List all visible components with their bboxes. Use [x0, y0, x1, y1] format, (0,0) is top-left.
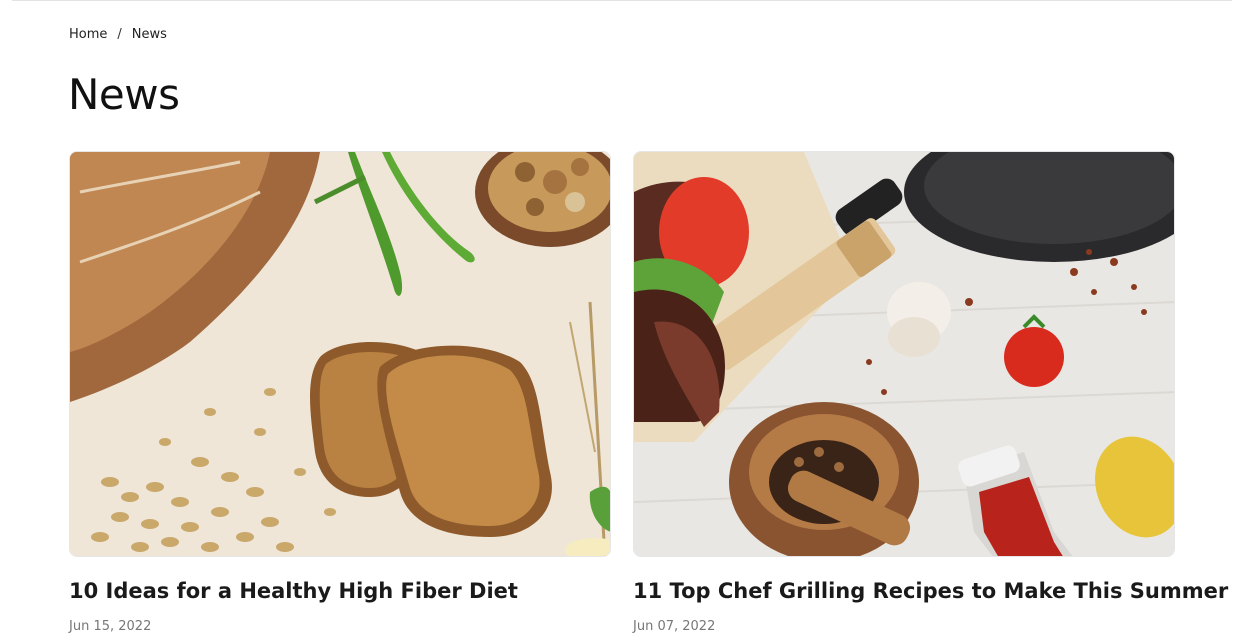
breadcrumb-home-link[interactable]: Home	[69, 27, 107, 42]
breadcrumb-separator: /	[117, 27, 122, 42]
fiber-food-image	[70, 152, 610, 556]
news-card-image-link[interactable]	[69, 151, 611, 557]
news-card-date: Jun 07, 2022	[633, 619, 716, 634]
page-title: News	[68, 70, 180, 119]
news-card-title-link[interactable]: 11 Top Chef Grilling Recipes to Make Thi…	[633, 579, 1228, 603]
grilling-food-image	[634, 152, 1174, 556]
breadcrumb: Home / News	[69, 27, 167, 42]
news-card-date: Jun 15, 2022	[69, 619, 152, 634]
news-card: 11 Top Chef Grilling Recipes to Make Thi…	[633, 151, 1228, 634]
breadcrumb-current: News	[131, 27, 167, 42]
news-card-image-link[interactable]	[633, 151, 1175, 557]
news-card: 10 Ideas for a Healthy High Fiber Diet J…	[69, 151, 611, 634]
header-divider	[12, 0, 1232, 1]
news-card-title[interactable]: 10 Ideas for a Healthy High Fiber Diet	[69, 577, 611, 605]
news-card-title[interactable]: 11 Top Chef Grilling Recipes to Make Thi…	[633, 577, 1228, 605]
news-card-title-link[interactable]: 10 Ideas for a Healthy High Fiber Diet	[69, 579, 518, 603]
